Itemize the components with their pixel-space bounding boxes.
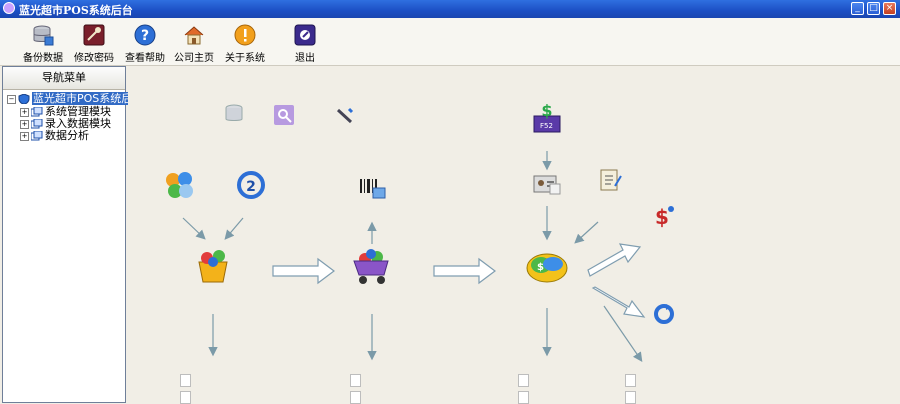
doc-link[interactable] [180, 374, 194, 387]
database-icon [33, 25, 54, 46]
backup-data-button[interactable]: 备份数据 [15, 24, 71, 64]
document-icon [625, 391, 636, 404]
svg-text:2: 2 [246, 179, 256, 195]
home-icon [184, 26, 204, 45]
doc-link[interactable] [180, 391, 194, 404]
money-icon: $ F52 [533, 104, 561, 133]
doc-link[interactable] [625, 374, 639, 387]
company-homepage-label: 公司主页 [174, 53, 214, 64]
module-supplier[interactable]: 2 [216, 170, 286, 201]
svg-text:$: $ [541, 104, 552, 120]
tools-icon [336, 107, 354, 124]
company-homepage-button[interactable]: 公司主页 [166, 24, 222, 64]
view-help-label: 查看帮助 [125, 53, 165, 64]
svg-text:F52: F52 [540, 122, 553, 130]
workflow-desktop: 2 $ F52 $ $ [128, 66, 900, 404]
expand-toggle[interactable]: + [20, 107, 29, 117]
minimize-button[interactable]: _ [851, 2, 864, 15]
change-password-label: 修改密码 [74, 53, 114, 64]
module-purchase[interactable] [178, 246, 248, 287]
key-icon [83, 24, 105, 46]
c2-icon: 2 [237, 171, 265, 199]
view-help-button[interactable]: ? 查看帮助 [117, 24, 173, 64]
tree-item-data-analysis[interactable]: + 数据分析 [20, 130, 89, 142]
title-bar: 蓝光超市POS系统后台 _ □ × [0, 0, 900, 18]
barcode-icon [360, 179, 386, 199]
warning-icon [234, 24, 256, 46]
magnifier-icon [274, 105, 294, 125]
refresh-icon [654, 304, 674, 324]
maximize-button[interactable]: □ [867, 2, 880, 15]
module-member[interactable] [512, 172, 582, 199]
backup-data-label: 备份数据 [23, 53, 63, 64]
dollar-person-icon: $ [655, 205, 674, 229]
windows-icon [31, 119, 43, 129]
navigation-header: 导航菜单 [3, 67, 125, 90]
id-card-icon [533, 175, 561, 195]
svg-text:$: $ [537, 262, 544, 273]
windows-icon [31, 107, 43, 117]
doc-link[interactable] [518, 391, 532, 404]
doc-link[interactable] [518, 374, 532, 387]
about-system-label: 关于系统 [225, 53, 265, 64]
document-icon [518, 374, 529, 387]
document-icon [180, 374, 191, 387]
box-icon [198, 250, 228, 283]
module-search[interactable] [249, 105, 319, 126]
module-finance[interactable]: $ F52 [512, 104, 582, 137]
coins-icon: $ [526, 253, 568, 283]
expand-toggle[interactable]: + [20, 119, 29, 129]
module-sync[interactable] [629, 302, 699, 327]
app-icon [3, 2, 15, 14]
document-icon [625, 374, 636, 387]
exit-button[interactable]: 退出 [277, 24, 333, 64]
svg-text:$: $ [655, 205, 669, 229]
balls-icon [166, 172, 193, 198]
module-barcode[interactable] [337, 176, 407, 201]
collapse-toggle[interactable]: − [7, 94, 16, 104]
about-system-button[interactable]: 关于系统 [217, 24, 273, 64]
module-customer[interactable] [144, 170, 214, 201]
svg-text:?: ? [141, 28, 149, 44]
document-icon [518, 391, 529, 404]
doc-link[interactable] [625, 391, 639, 404]
shield-icon [18, 94, 30, 104]
database-icon [225, 104, 243, 121]
windows-icon [31, 131, 43, 141]
large-flow-arrows [272, 243, 646, 318]
change-password-button[interactable]: 修改密码 [66, 24, 122, 64]
doc-link[interactable] [350, 391, 364, 404]
module-sales[interactable] [337, 246, 407, 287]
module-inventory[interactable]: $ [512, 250, 582, 287]
exit-icon [294, 24, 316, 46]
module-salary[interactable]: $ [629, 204, 699, 231]
cart-icon [353, 249, 389, 284]
module-report[interactable] [576, 168, 646, 195]
document-edit-icon [600, 169, 622, 191]
help-icon: ? [134, 24, 156, 46]
tree-item-label: 数据分析 [45, 129, 89, 142]
module-settings[interactable] [310, 106, 380, 127]
exit-label: 退出 [295, 53, 315, 64]
tree-root[interactable]: − 蓝光超市POS系统后 [7, 92, 134, 105]
close-button[interactable]: × [883, 2, 896, 15]
doc-link[interactable] [350, 374, 364, 387]
expand-toggle[interactable]: + [20, 131, 29, 141]
tree-root-label: 蓝光超市POS系统后 [32, 92, 134, 105]
document-icon [350, 391, 361, 404]
document-icon [350, 374, 361, 387]
document-icon [180, 391, 191, 404]
navigation-panel: 导航菜单 − 蓝光超市POS系统后 + 系统管理模块 + 录入数据模块 + 数据分析 [2, 66, 134, 403]
toolbar: 备份数据 修改密码 ? 查看帮助 公司主页 关于系统 退出 [0, 18, 900, 66]
window-title: 蓝光超市POS系统后台 [19, 4, 133, 17]
